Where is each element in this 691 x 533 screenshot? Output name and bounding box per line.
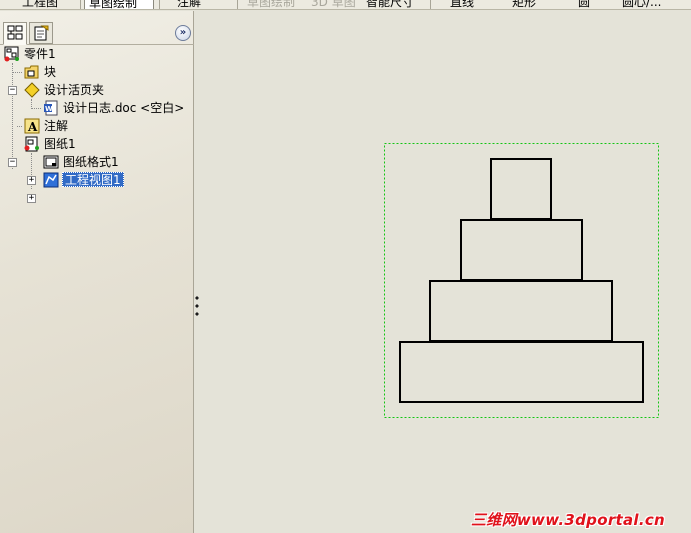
collapse-toggle[interactable]: − xyxy=(8,158,17,167)
design-binder-icon xyxy=(24,82,40,98)
sheet-icon xyxy=(24,136,39,152)
tab-annotation[interactable]: 注解 xyxy=(177,0,201,9)
graphics-area[interactable] xyxy=(199,11,691,533)
tree-item-label: 图纸格式1 xyxy=(63,155,119,169)
feature-tree-icon xyxy=(7,25,23,40)
tree-connector xyxy=(31,108,41,109)
word-document-icon: W xyxy=(44,100,58,116)
tree-item-label: 设计日志.doc <空白> xyxy=(63,101,185,115)
centerpoint-arc-button[interactable]: 圆心/... xyxy=(622,0,662,9)
svg-text:A: A xyxy=(27,120,38,134)
collapse-panel-button[interactable]: » xyxy=(175,25,191,41)
tree-item-label-selected: 工程视图1 xyxy=(62,172,124,187)
tree-item-label: 注解 xyxy=(44,119,69,133)
block-folder-icon xyxy=(24,65,39,79)
line-button[interactable]: 直线 xyxy=(450,0,474,9)
expand-toggle[interactable]: + xyxy=(27,194,36,203)
annotation-icon: A xyxy=(24,118,40,134)
top-block[interactable] xyxy=(490,158,552,220)
circle-button[interactable]: 圆 xyxy=(578,0,590,9)
tab-drawing[interactable]: 工程图 xyxy=(22,0,58,9)
base-block[interactable] xyxy=(399,341,644,403)
drawing-view-icon xyxy=(43,172,59,188)
watermark-text: 三维网www.3dportal.cn xyxy=(471,511,666,529)
drawing-document-icon xyxy=(4,46,19,62)
expand-toggle[interactable]: + xyxy=(27,176,36,185)
propertymanager-tab[interactable] xyxy=(29,22,53,44)
rectangle-button[interactable]: 矩形 xyxy=(512,0,536,9)
featuremanager-tab[interactable] xyxy=(3,22,27,45)
sheet-format-icon xyxy=(43,155,59,169)
toolbar-separator xyxy=(80,0,81,9)
third-block[interactable] xyxy=(429,280,613,342)
svg-text:W: W xyxy=(45,105,53,113)
tree-item-label: 块 xyxy=(44,65,57,79)
drawing-sheet xyxy=(384,143,659,418)
toolbar-separator xyxy=(237,0,238,9)
toolbar-separator xyxy=(430,0,431,9)
tab-sketch[interactable]: 草图绘制 xyxy=(84,0,154,9)
3d-sketch-button[interactable]: 3D 草图 xyxy=(311,0,356,9)
panel-tab-strip: » xyxy=(0,11,194,45)
tree-connector xyxy=(17,126,22,127)
command-manager-toolbar: 工程图 草图绘制 注解 草图绘制 3D 草图 智能尺寸 直线 矩形 圆 圆心/.… xyxy=(0,0,691,10)
tree-root-label: 零件1 xyxy=(24,47,56,61)
tree-connector xyxy=(12,72,22,73)
tree-item-label: 设计活页夹 xyxy=(44,83,105,97)
feature-manager-panel: » 零件1 块 − 设计活页夹 W 设计日志.doc <空白> A 注解 − 图… xyxy=(0,11,194,533)
feature-tree: 零件1 块 − 设计活页夹 W 设计日志.doc <空白> A 注解 − 图纸1… xyxy=(0,45,194,205)
collapse-toggle[interactable]: − xyxy=(8,86,17,95)
tree-item-label: 图纸1 xyxy=(44,137,76,151)
smart-dimension-button[interactable]: 智能尺寸 xyxy=(366,0,414,9)
property-icon xyxy=(34,25,49,41)
sketch-button[interactable]: 草图绘制 xyxy=(247,0,295,9)
toolbar-separator xyxy=(159,0,160,9)
tree-connector xyxy=(12,63,13,169)
second-block[interactable] xyxy=(460,219,583,281)
